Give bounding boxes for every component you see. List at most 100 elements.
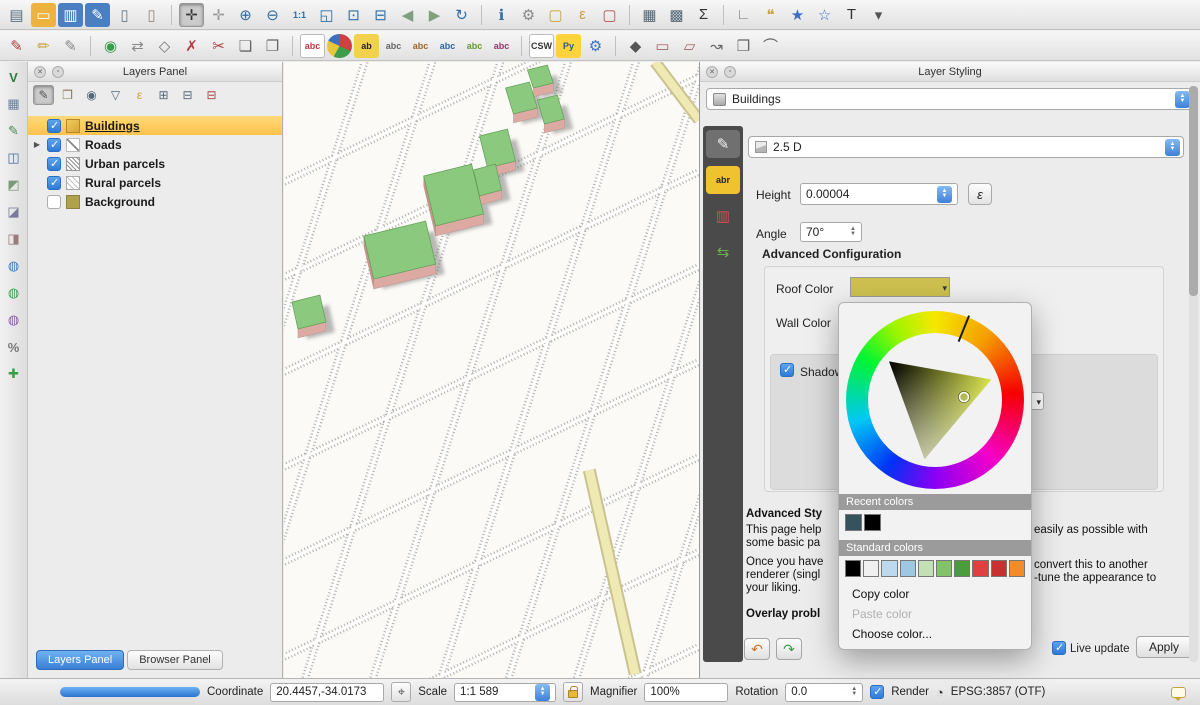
pan-to-selection-icon[interactable]: ✛ <box>206 3 231 27</box>
add-wms-layer-icon[interactable]: ◍ <box>3 256 25 276</box>
angle-input[interactable]: 70° <box>800 222 862 242</box>
dropdown-arrows-icon[interactable] <box>937 186 952 203</box>
float-panel-icon[interactable] <box>724 66 736 78</box>
render-checkbox[interactable] <box>870 685 884 699</box>
processing-toolbox-icon[interactable]: ⚙ <box>583 34 608 58</box>
panel-tab[interactable]: Browser Panel <box>127 650 223 670</box>
rotation-input[interactable]: 0.0 <box>785 683 863 702</box>
expression-button[interactable]: ε <box>968 183 992 205</box>
color-swatch[interactable] <box>954 560 970 577</box>
cut-features-icon[interactable]: ✂ <box>206 34 231 58</box>
close-panel-icon[interactable] <box>706 66 718 78</box>
color-swatch[interactable] <box>991 560 1007 577</box>
color-wheel[interactable] <box>846 311 1024 489</box>
dropdown-arrows-icon[interactable] <box>1175 91 1190 108</box>
color-swatch[interactable] <box>972 560 988 577</box>
add-feature-icon[interactable]: ◉ <box>98 34 123 58</box>
color-swatch[interactable] <box>864 514 881 531</box>
color-swatch[interactable] <box>863 560 879 577</box>
select-by-expression-icon[interactable]: ε <box>570 3 595 27</box>
identify-icon[interactable]: ℹ <box>489 3 514 27</box>
delete-selected-icon[interactable]: ✗ <box>179 34 204 58</box>
live-update-checkbox[interactable] <box>1052 641 1066 655</box>
coordinate-input[interactable]: 20.4457,-34.0173 <box>270 683 384 702</box>
redo-button[interactable] <box>776 638 802 660</box>
scrollbar[interactable] <box>1189 86 1198 662</box>
stepper-icons[interactable] <box>850 227 856 237</box>
renderer-selector[interactable]: 2.5 D <box>748 136 1184 158</box>
pan-map-icon[interactable]: ✛ <box>179 3 204 27</box>
statistics-icon[interactable]: Σ <box>691 3 716 27</box>
scale-combobox[interactable]: 1:1 589 <box>454 683 556 702</box>
symbology-tab-icon[interactable]: ✎ <box>706 130 740 158</box>
crs-label[interactable]: EPSG:3857 (OTF) <box>951 686 1046 698</box>
diagrams-tab-icon[interactable]: ▥ <box>706 202 740 230</box>
filter-expression-icon[interactable]: ε <box>129 85 150 105</box>
history-tab-icon[interactable]: ⇆ <box>706 238 740 266</box>
color-swatch[interactable] <box>845 514 862 531</box>
color-swatch[interactable] <box>845 560 861 577</box>
collapse-all-icon[interactable]: ⊟ <box>177 85 198 105</box>
labels-tab-icon[interactable]: abr <box>706 166 740 194</box>
add-vector-layer-icon[interactable]: V <box>3 67 25 87</box>
add-group-icon[interactable]: ❒ <box>57 85 78 105</box>
add-delimited-text-icon[interactable]: % <box>3 337 25 357</box>
diagram-icon[interactable] <box>327 34 352 58</box>
new-bookmark-icon[interactable]: ★ <box>785 3 810 27</box>
messages-icon[interactable] <box>1171 687 1186 698</box>
zoom-to-layer-icon[interactable]: ⊟ <box>368 3 393 27</box>
run-feature-action-icon[interactable]: ⚙ <box>516 3 541 27</box>
offset-curve-icon[interactable]: ⌒ <box>758 34 783 58</box>
layer-visibility-checkbox[interactable] <box>47 157 61 171</box>
pin-labels-icon[interactable]: abc <box>381 34 406 58</box>
layer-visibility-checkbox[interactable] <box>47 138 61 152</box>
float-panel-icon[interactable] <box>52 66 64 78</box>
styling-dock-toggle-icon[interactable]: ✎ <box>33 85 54 105</box>
dropdown-arrows-icon[interactable] <box>535 684 550 701</box>
text-annotation-icon[interactable]: T <box>839 3 864 27</box>
show-bookmarks-icon[interactable]: ☆ <box>812 3 837 27</box>
color-swatch[interactable] <box>918 560 934 577</box>
composer-manager-icon[interactable]: ▯ <box>139 3 164 27</box>
zoom-next-icon[interactable]: ▶ <box>422 3 447 27</box>
annotation-dropdown-icon[interactable]: ▾ <box>866 3 891 27</box>
filter-legend-icon[interactable]: ▽ <box>105 85 126 105</box>
height-input[interactable]: 0.00004 <box>800 183 958 205</box>
map-tips-icon[interactable]: ❝ <box>758 3 783 27</box>
color-swatch[interactable] <box>881 560 897 577</box>
copy-features-icon[interactable]: ❏ <box>233 34 258 58</box>
zoom-last-icon[interactable]: ◀ <box>395 3 420 27</box>
map-canvas[interactable] <box>284 62 700 678</box>
add-postgis-layer-icon[interactable]: ◫ <box>3 148 25 168</box>
layer-expander-icon[interactable]: ▶ <box>32 140 42 149</box>
field-calculator-icon[interactable]: ▩ <box>664 3 689 27</box>
manage-themes-icon[interactable]: ◉ <box>81 85 102 105</box>
zoom-native-icon[interactable]: 1:1 <box>287 3 312 27</box>
close-panel-icon[interactable] <box>34 66 46 78</box>
roof-color-swatch[interactable] <box>850 277 950 297</box>
dropdown-arrows-icon[interactable] <box>1165 139 1180 156</box>
paste-features-icon[interactable]: ❐ <box>260 34 285 58</box>
color-swatch[interactable] <box>1009 560 1025 577</box>
label-options-icon[interactable]: ab <box>354 34 379 58</box>
new-memory-layer-icon[interactable]: ✚ <box>3 364 25 384</box>
save-project-as-icon[interactable]: ✎ <box>85 3 110 27</box>
menu-item[interactable]: Copy color <box>839 584 1031 604</box>
add-raster-layer-icon[interactable]: ▦ <box>3 94 25 114</box>
current-edits-icon[interactable]: ✎ <box>4 34 29 58</box>
menu-item[interactable]: Choose color... <box>839 624 1031 644</box>
color-swatch[interactable] <box>936 560 952 577</box>
node-tool-icon[interactable]: ◇ <box>152 34 177 58</box>
simplify-feature-icon[interactable]: ↝ <box>704 34 729 58</box>
save-layer-edits-icon[interactable]: ✎ <box>58 34 83 58</box>
magnifier-input[interactable]: 100% <box>644 683 728 702</box>
layer-row[interactable]: Buildings <box>28 116 282 135</box>
select-by-polygon-icon[interactable]: ▱ <box>677 34 702 58</box>
add-spatialite-layer-icon[interactable]: ◩ <box>3 175 25 195</box>
save-project-icon[interactable]: ▥ <box>58 3 83 27</box>
zoom-out-icon[interactable]: ⊖ <box>260 3 285 27</box>
refresh-icon[interactable]: ↻ <box>449 3 474 27</box>
new-composer-icon[interactable]: ▯ <box>112 3 137 27</box>
undo-button[interactable] <box>744 638 770 660</box>
layer-row[interactable]: Background <box>28 192 282 211</box>
